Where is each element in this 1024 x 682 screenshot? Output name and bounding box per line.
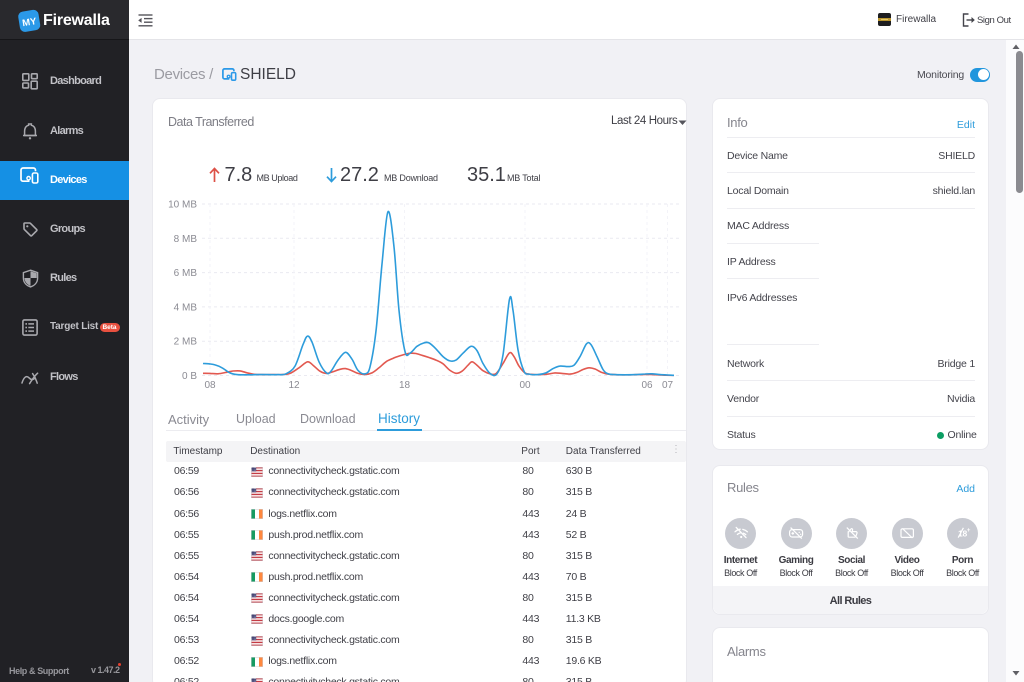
svg-text:18: 18 (399, 380, 411, 391)
svg-text:6 MB: 6 MB (174, 268, 198, 279)
svg-text:00: 00 (519, 380, 531, 391)
svg-text:12: 12 (288, 380, 300, 391)
svg-text:08: 08 (204, 380, 216, 391)
svg-text:06: 06 (641, 380, 653, 391)
svg-text:07: 07 (662, 380, 674, 391)
svg-text:4 MB: 4 MB (174, 302, 198, 313)
svg-text:MY: MY (22, 15, 38, 28)
svg-text:8 MB: 8 MB (174, 234, 198, 245)
svg-text:0 B: 0 B (182, 371, 197, 382)
svg-text:10 MB: 10 MB (168, 200, 197, 211)
svg-text:+: + (966, 528, 970, 534)
svg-text:2 MB: 2 MB (174, 337, 198, 348)
